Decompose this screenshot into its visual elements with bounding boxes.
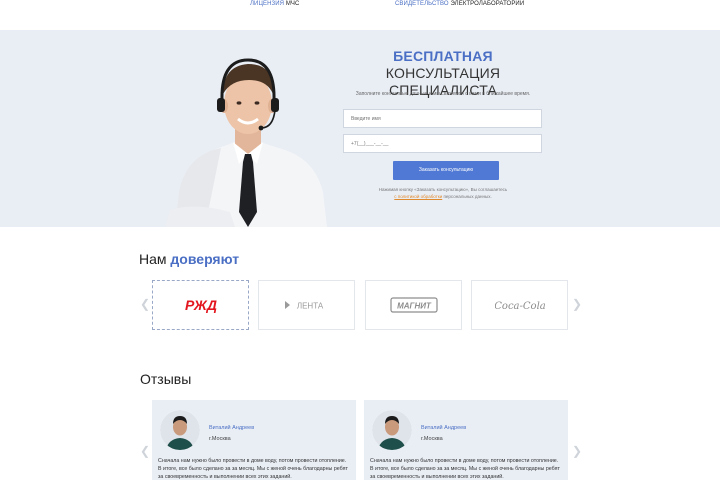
- privacy-policy-link[interactable]: с политикой обработки: [394, 194, 442, 199]
- magnit-logo-text: МАГНИТ: [397, 302, 432, 311]
- partner-logo-lenta[interactable]: ЛЕНТА: [258, 280, 355, 330]
- phone-input[interactable]: [343, 134, 542, 153]
- consultation-title-accent: БЕСПЛАТНАЯ: [393, 48, 493, 64]
- operator-photo: [165, 58, 327, 227]
- name-input[interactable]: [343, 109, 542, 128]
- reviews-next-icon[interactable]: ❯: [572, 444, 582, 458]
- review-card: Виталий Андреев г.Москва Сначала нам нуж…: [152, 400, 356, 480]
- reviews-prev-icon[interactable]: ❮: [140, 444, 150, 458]
- coca-cola-logo: Coca-Cola: [495, 301, 545, 312]
- review-author: Виталий Андреев: [209, 425, 255, 431]
- consent-text: Нажимая кнопку «Заказать консультацию», …: [343, 186, 543, 200]
- avatar: [160, 410, 200, 450]
- chevron-left-icon[interactable]: ❮: [140, 297, 150, 311]
- trust-title: Нам доверяют: [139, 251, 239, 267]
- certificate-link-label: СВИДЕТЕЛЬСТВО: [395, 1, 449, 7]
- consultation-section: БЕСПЛАТНАЯ КОНСУЛЬТАЦИЯ СПЕЦИАЛИСТА Запо…: [0, 30, 720, 227]
- trust-title-accent: доверяют: [170, 251, 240, 267]
- review-author: Виталий Андреев: [421, 425, 467, 431]
- consent-text-before: Нажимая кнопку «Заказать консультацию», …: [378, 187, 508, 192]
- magnit-logo: МАГНИТ: [389, 297, 438, 313]
- review-city: г.Москва: [421, 436, 443, 442]
- lenta-logo: ЛЕНТА: [284, 301, 323, 311]
- lenta-logo-text: ЛЕНТА: [296, 302, 323, 311]
- rzd-logo: РЖД: [185, 297, 217, 313]
- certificate-link-suffix: ЭЛЕКТРОЛАБОРАТОРИИ: [448, 1, 525, 7]
- license-link-suffix: МЧС: [284, 1, 300, 7]
- rzd-logo-text: РЖД: [185, 297, 217, 313]
- review-text: Сначала нам нужно было провести в доме в…: [158, 458, 348, 480]
- chevron-right-icon[interactable]: ❯: [572, 297, 582, 311]
- order-consultation-button[interactable]: Заказать консультацию: [393, 161, 499, 180]
- partner-logo-rzd[interactable]: РЖД: [152, 280, 249, 330]
- trust-title-plain: Нам: [139, 251, 171, 267]
- review-card: Виталий Андреев г.Москва Сначала нам нуж…: [364, 400, 568, 480]
- consent-text-after: персональных данных.: [442, 194, 492, 199]
- certificate-link[interactable]: СВИДЕТЕЛЬСТВО ЭЛЕКТРОЛАБОРАТОРИИ: [395, 1, 524, 7]
- partner-logo-coca-cola[interactable]: Coca-Cola: [471, 280, 568, 330]
- review-text: Сначала нам нужно было провести в доме в…: [370, 458, 560, 480]
- license-link[interactable]: ЛИЦЕНЗИЯ МЧС: [250, 1, 299, 7]
- coca-cola-logo-text: Coca-Cola: [495, 301, 545, 312]
- consultation-subtitle: Заполните контактные данные и мы свяжемс…: [355, 91, 531, 97]
- reviews-title: Отзывы: [140, 371, 192, 387]
- top-strip: ЛИЦЕНЗИЯ МЧС СВИДЕТЕЛЬСТВО ЭЛЕКТРОЛАБОРА…: [0, 0, 720, 30]
- partner-logo-magnit[interactable]: МАГНИТ: [365, 280, 462, 330]
- review-city: г.Москва: [209, 436, 231, 442]
- consultation-title-rest: КОНСУЛЬТАЦИЯ: [385, 65, 501, 81]
- avatar: [372, 410, 412, 450]
- license-link-label: ЛИЦЕНЗИЯ: [250, 1, 285, 7]
